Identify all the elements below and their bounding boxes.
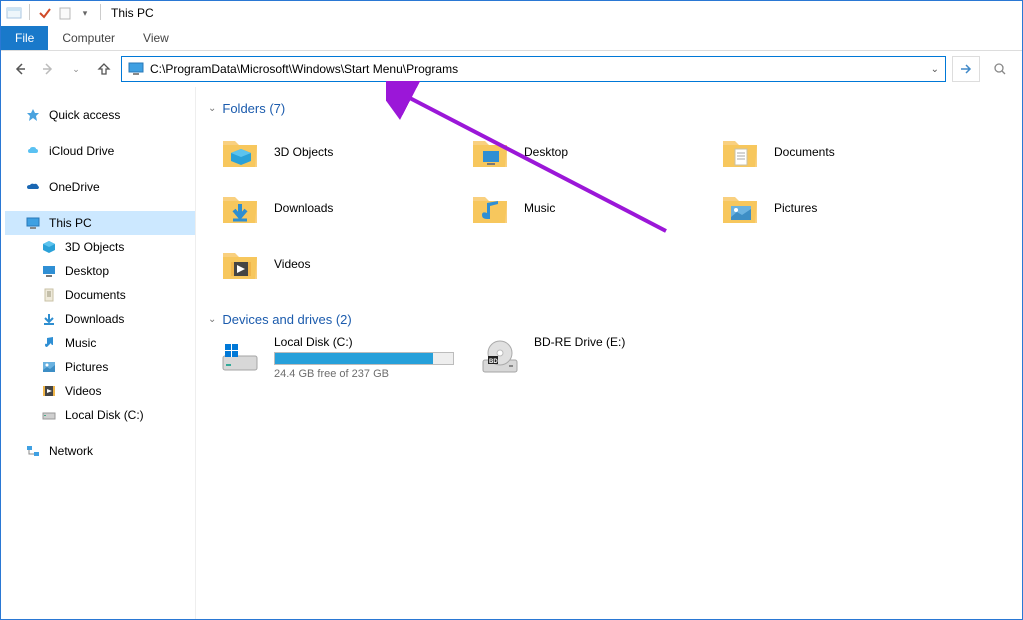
folder-videos[interactable]: Videos: [218, 236, 468, 292]
titlebar: ▾ This PC: [1, 1, 1022, 25]
drive-label: BD-RE Drive (E:): [534, 335, 625, 349]
drive-free-text: 24.4 GB free of 237 GB: [274, 368, 454, 380]
folder-icon: [468, 130, 512, 174]
drive-local-c[interactable]: Local Disk (C:) 24.4 GB free of 237 GB: [218, 335, 478, 380]
window-title: This PC: [111, 6, 154, 20]
folder-label: Documents: [774, 145, 835, 159]
folder-label: Pictures: [774, 201, 817, 215]
sidebar-this-pc[interactable]: This PC: [5, 211, 195, 235]
sidebar-label: Downloads: [65, 312, 124, 326]
folder-desktop[interactable]: Desktop: [468, 124, 718, 180]
pc-icon: [128, 61, 144, 77]
sidebar-label: iCloud Drive: [49, 144, 114, 158]
chevron-down-icon: ⌄: [208, 103, 216, 114]
onedrive-icon: [25, 179, 41, 195]
folder-icon: [718, 186, 762, 230]
sidebar-label: Network: [49, 444, 93, 458]
disk-icon: [218, 335, 262, 379]
section-title: Folders (7): [222, 101, 285, 116]
address-dropdown-icon[interactable]: ⌄: [931, 64, 939, 75]
section-drives-header[interactable]: ⌄ Devices and drives (2): [208, 312, 1010, 327]
folder-label: Videos: [274, 257, 310, 271]
desktop-icon: [41, 263, 57, 279]
forward-button[interactable]: [37, 58, 59, 80]
sidebar-label: Documents: [65, 288, 126, 302]
drive-bdre-e[interactable]: BD BD-RE Drive (E:): [478, 335, 738, 380]
sidebar-child-pictures[interactable]: Pictures: [5, 355, 195, 379]
drive-label: Local Disk (C:): [274, 335, 454, 349]
folder-label: Downloads: [274, 201, 333, 215]
svg-text:BD: BD: [489, 359, 498, 365]
download-icon: [41, 311, 57, 327]
pc-icon: [25, 215, 41, 231]
address-input[interactable]: [150, 62, 939, 76]
folder-3dobjects[interactable]: 3D Objects: [218, 124, 468, 180]
folder-label: 3D Objects: [274, 145, 333, 159]
sidebar: Quick access iCloud Drive OneDrive This …: [1, 87, 196, 619]
star-icon: [25, 107, 41, 123]
sidebar-child-videos[interactable]: Videos: [5, 379, 195, 403]
folder-documents[interactable]: Documents: [718, 124, 968, 180]
qat-properties-icon[interactable]: [36, 4, 54, 22]
back-button[interactable]: [9, 58, 31, 80]
folder-icon: [218, 130, 262, 174]
folder-label: Music: [524, 201, 555, 215]
sidebar-child-downloads[interactable]: Downloads: [5, 307, 195, 331]
folder-icon: [218, 186, 262, 230]
address-bar[interactable]: ⌄: [121, 56, 946, 82]
sidebar-child-music[interactable]: Music: [5, 331, 195, 355]
folder-downloads[interactable]: Downloads: [218, 180, 468, 236]
section-folders-header[interactable]: ⌄ Folders (7): [208, 101, 1010, 116]
disk-icon: [41, 407, 57, 423]
video-icon: [41, 383, 57, 399]
sidebar-quick-access[interactable]: Quick access: [5, 103, 195, 127]
recent-dropdown[interactable]: ⌄: [65, 58, 87, 80]
sidebar-label: OneDrive: [49, 180, 100, 194]
sidebar-label: Desktop: [65, 264, 109, 278]
sidebar-label: This PC: [49, 216, 92, 230]
sidebar-icloud[interactable]: iCloud Drive: [5, 139, 195, 163]
go-button[interactable]: [952, 56, 980, 82]
cube-icon: [41, 239, 57, 255]
sidebar-label: 3D Objects: [65, 240, 124, 254]
tab-computer[interactable]: Computer: [48, 26, 129, 50]
sidebar-child-localdisk[interactable]: Local Disk (C:): [5, 403, 195, 427]
chevron-down-icon: ⌄: [208, 314, 216, 325]
up-button[interactable]: [93, 58, 115, 80]
cloud-icon: [25, 143, 41, 159]
sidebar-label: Music: [65, 336, 96, 350]
tab-file[interactable]: File: [1, 26, 48, 50]
folder-pictures[interactable]: Pictures: [718, 180, 968, 236]
folder-icon: [218, 242, 262, 286]
folder-icon: [718, 130, 762, 174]
main-content: ⌄ Folders (7) 3D Objects Desktop Docum: [196, 87, 1022, 619]
picture-icon: [41, 359, 57, 375]
doc-icon: [41, 287, 57, 303]
sidebar-label: Pictures: [65, 360, 108, 374]
folder-icon: [468, 186, 512, 230]
ribbon-tabs: File Computer View: [1, 25, 1022, 51]
qat-dropdown-icon[interactable]: ▾: [76, 4, 94, 22]
sidebar-child-documents[interactable]: Documents: [5, 283, 195, 307]
section-title: Devices and drives (2): [222, 312, 351, 327]
qat-newfolder-icon[interactable]: [56, 4, 74, 22]
search-button[interactable]: [986, 56, 1014, 82]
nav-row: ⌄ ⌄: [1, 51, 1022, 87]
sidebar-label: Videos: [65, 384, 101, 398]
folder-label: Desktop: [524, 145, 568, 159]
sidebar-label: Quick access: [49, 108, 120, 122]
drive-usage-bar: [274, 352, 454, 365]
music-icon: [41, 335, 57, 351]
folder-music[interactable]: Music: [468, 180, 718, 236]
tab-view[interactable]: View: [129, 26, 183, 50]
sidebar-onedrive[interactable]: OneDrive: [5, 175, 195, 199]
sidebar-child-3dobjects[interactable]: 3D Objects: [5, 235, 195, 259]
app-icon: [5, 4, 23, 22]
network-icon: [25, 443, 41, 459]
sidebar-child-desktop[interactable]: Desktop: [5, 259, 195, 283]
sidebar-label: Local Disk (C:): [65, 408, 144, 422]
sidebar-network[interactable]: Network: [5, 439, 195, 463]
optical-drive-icon: BD: [478, 335, 522, 379]
